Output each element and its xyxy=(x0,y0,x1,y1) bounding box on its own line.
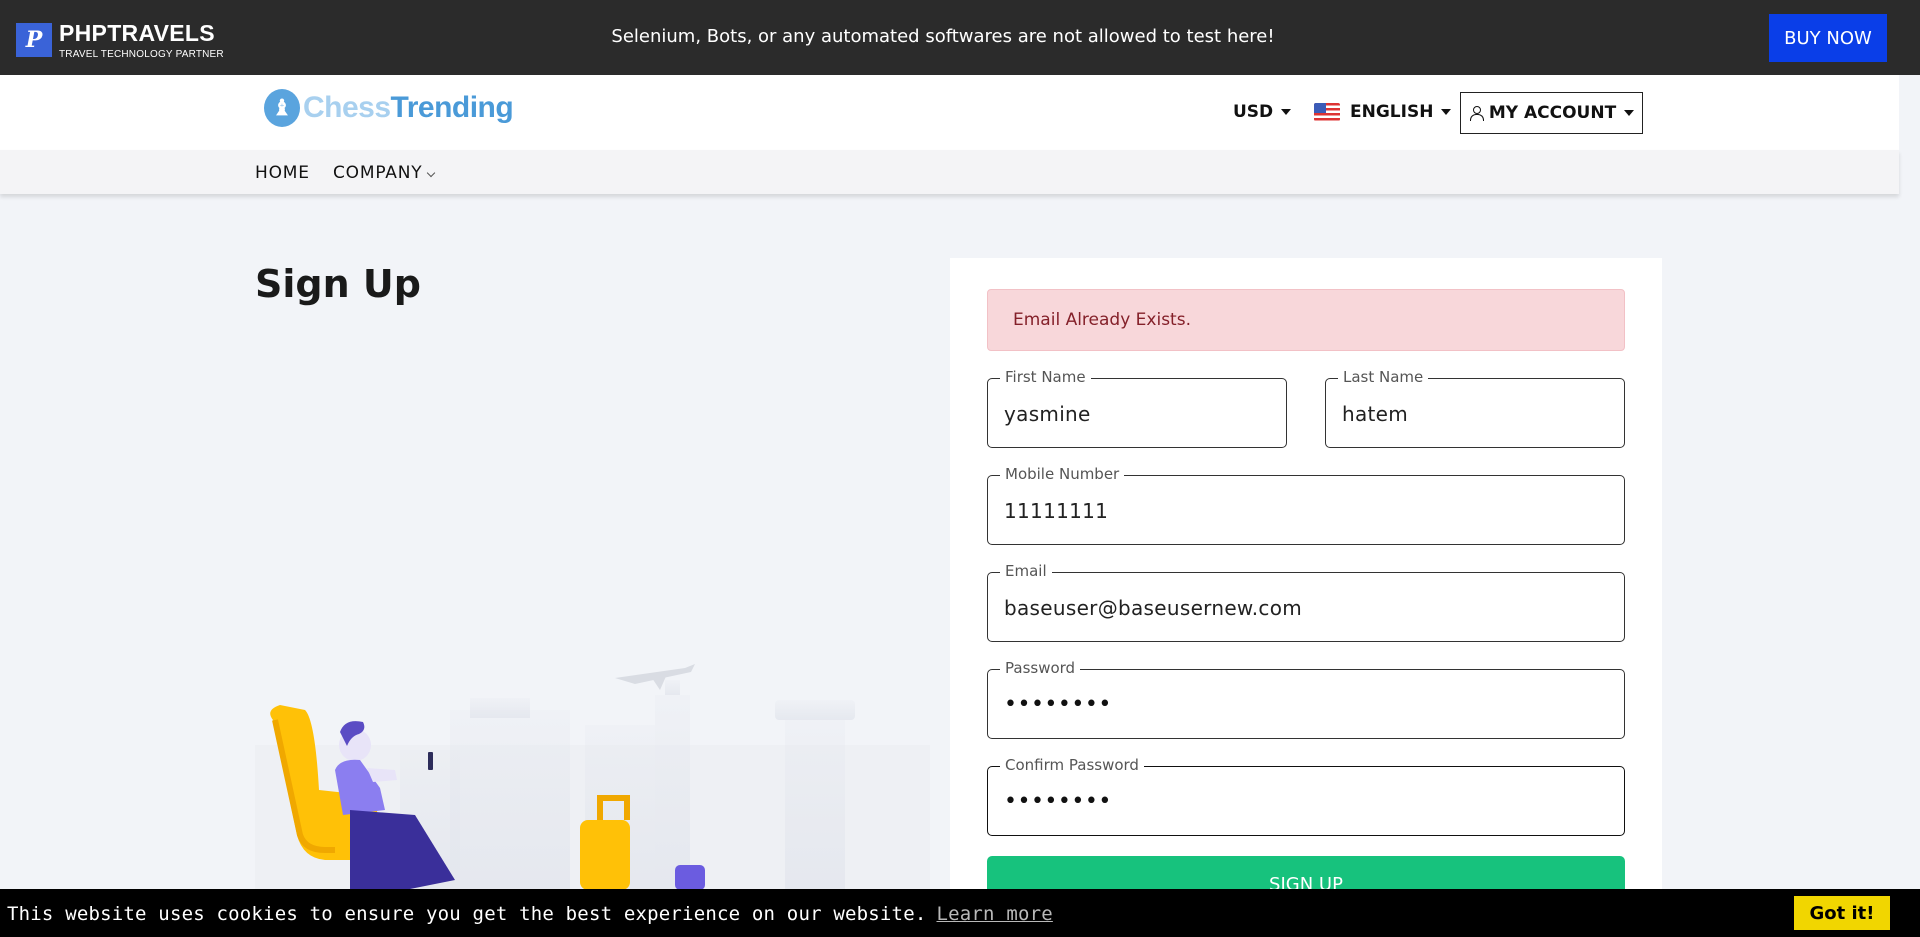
caret-down-icon xyxy=(1281,109,1292,115)
currency-label: USD xyxy=(1233,102,1274,122)
main-nav: HOME COMPANY xyxy=(0,150,1899,194)
brand-tagline: TRAVEL TECHNOLOGY PARTNER xyxy=(59,49,224,60)
last-name-label: Last Name xyxy=(1338,368,1429,386)
caret-down-icon xyxy=(1441,109,1452,115)
mobile-number-field[interactable]: Mobile Number 11111111 xyxy=(987,465,1625,545)
password-field[interactable]: Password •••••••• xyxy=(987,659,1625,739)
caret-down-icon xyxy=(1624,110,1635,116)
currency-dropdown[interactable]: USD xyxy=(1233,102,1292,122)
password-label: Password xyxy=(1000,659,1081,677)
cookie-message: This website uses cookies to ensure you … xyxy=(7,903,927,925)
travel-illustration xyxy=(255,664,930,890)
cookie-text-wrap: This website uses cookies to ensure you … xyxy=(7,903,1053,925)
nav-home[interactable]: HOME xyxy=(255,163,310,183)
email-label: Email xyxy=(1000,562,1052,580)
last-name-field[interactable]: Last Name hatem xyxy=(1325,368,1625,448)
email-value: baseuser@baseusernew.com xyxy=(1004,596,1303,620)
learn-more-link[interactable]: Learn more xyxy=(936,903,1052,925)
chevron-down-icon xyxy=(427,168,436,178)
cookie-banner: This website uses cookies to ensure you … xyxy=(0,889,1920,937)
my-account-button[interactable]: MY ACCOUNT xyxy=(1460,92,1643,134)
chess-piece-icon: ♝ xyxy=(264,89,300,127)
email-field[interactable]: Email baseuser@baseusernew.com xyxy=(987,562,1625,642)
language-label: ENGLISH xyxy=(1350,102,1434,122)
logo-text-chess: Chess xyxy=(303,91,391,124)
first-name-value: yasmine xyxy=(1004,402,1091,426)
password-value: •••••••• xyxy=(1004,692,1112,717)
signup-card: Email Already Exists. First Name yasmine… xyxy=(950,258,1662,937)
buy-now-button[interactable]: BUY NOW xyxy=(1769,14,1887,62)
confirm-password-label: Confirm Password xyxy=(1000,756,1144,774)
confirm-password-field[interactable]: Confirm Password •••••••• xyxy=(987,756,1625,836)
first-name-field[interactable]: First Name yasmine xyxy=(987,368,1287,448)
my-account-label: MY ACCOUNT xyxy=(1488,103,1617,123)
mobile-number-value: 11111111 xyxy=(1004,499,1109,523)
automation-warning: Selenium, Bots, or any automated softwar… xyxy=(611,26,1275,47)
logo-text-trending: Trending xyxy=(390,91,514,124)
last-name-value: hatem xyxy=(1342,402,1409,426)
error-alert: Email Already Exists. xyxy=(987,289,1625,351)
language-dropdown[interactable]: ENGLISH xyxy=(1314,102,1452,122)
first-name-label: First Name xyxy=(1000,368,1091,386)
cookie-accept-button[interactable]: Got it! xyxy=(1794,896,1890,930)
us-flag-icon xyxy=(1314,103,1340,121)
nav-company-label: COMPANY xyxy=(333,163,423,183)
site-logo[interactable]: ♝ ChessTrending xyxy=(264,89,514,127)
top-bar: P PHPTRAVELS TRAVEL TECHNOLOGY PARTNER S… xyxy=(0,0,1920,75)
nav-company[interactable]: COMPANY xyxy=(333,163,436,183)
confirm-password-value: •••••••• xyxy=(1004,789,1112,814)
page-title: Sign Up xyxy=(255,262,421,306)
mobile-number-label: Mobile Number xyxy=(1000,465,1125,483)
user-icon xyxy=(1469,106,1484,121)
